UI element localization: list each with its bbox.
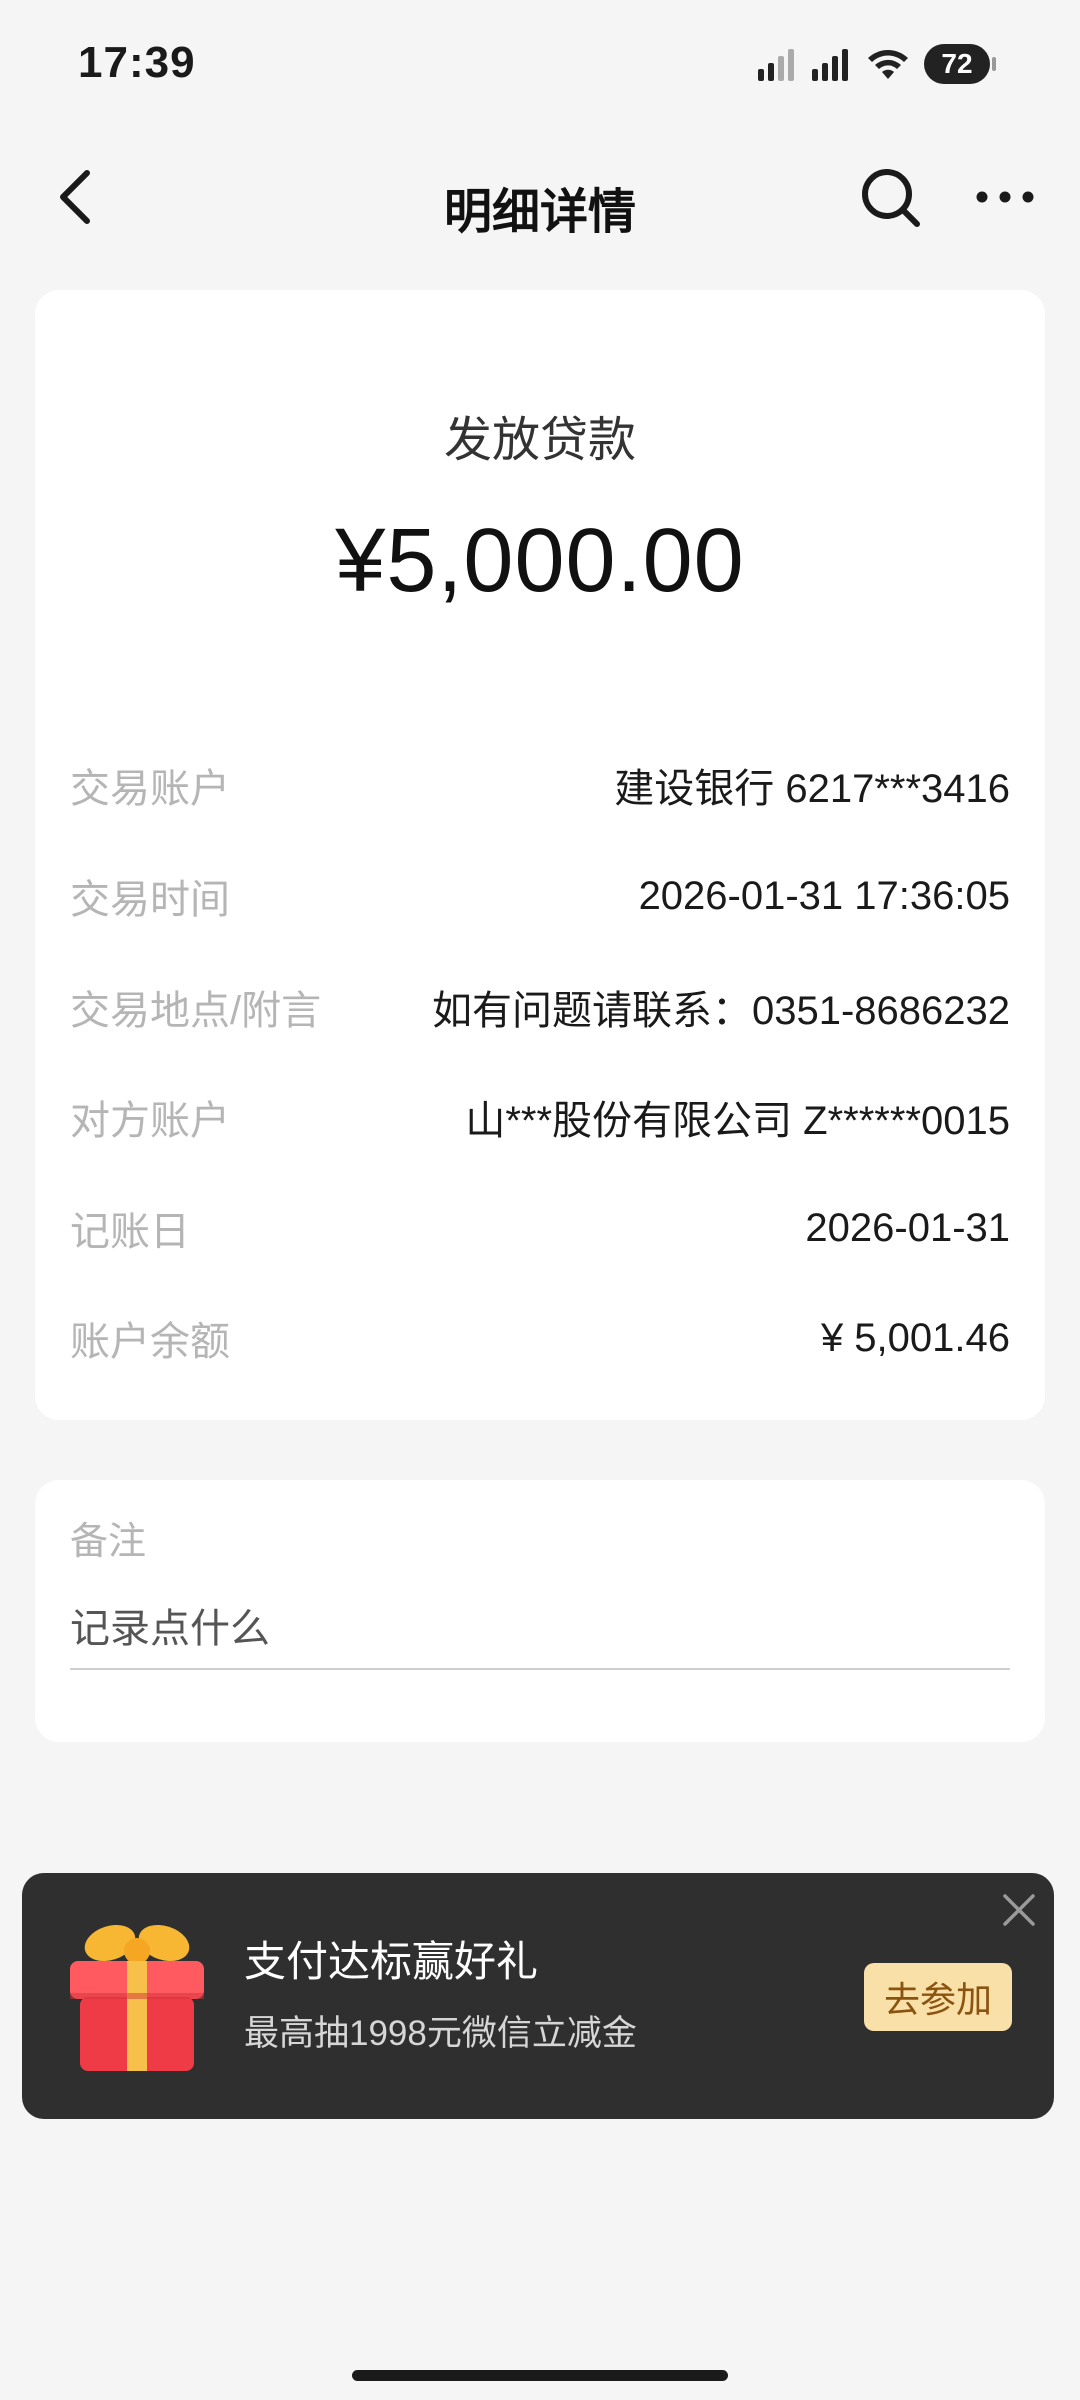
join-button[interactable]: 去参加 <box>864 1963 1012 2031</box>
detail-value: 山***股份有限公司 Z******0015 <box>465 1099 1010 1143</box>
close-icon <box>1003 1894 1035 1926</box>
detail-row-time: 交易时间 2026-01-31 17:36:05 <box>70 866 1010 926</box>
promo-banner[interactable]: 支付达标赢好礼 最高抽1998元微信立减金 去参加 <box>22 1873 1054 2119</box>
home-indicator[interactable] <box>352 2370 728 2381</box>
detail-label: 记账日 <box>70 1210 190 1254</box>
detail-value: ¥ 5,001.46 <box>820 1315 1010 1360</box>
detail-row-counterparty: 对方账户 山***股份有限公司 Z******0015 <box>70 1087 1010 1147</box>
gift-icon <box>70 1924 204 2071</box>
wifi-icon <box>868 50 908 79</box>
more-icon <box>976 191 1034 203</box>
cellular-signal-icon <box>758 49 794 81</box>
detail-row-location: 交易地点/附言 如有问题请联系：0351-8686232 <box>70 977 1010 1037</box>
detail-value: 2026-01-31 17:36:05 <box>638 873 1010 918</box>
promo-subtitle: 最高抽1998元微信立减金 <box>244 2014 637 2053</box>
status-icons: 72 <box>758 44 996 84</box>
detail-value: 如有问题请联系：0351-8686232 <box>431 989 1010 1033</box>
battery-level: 72 <box>941 48 973 79</box>
status-bar: 17:39 72 <box>0 0 1080 130</box>
nav-bar: 明细详情 <box>0 150 1080 250</box>
more-button[interactable] <box>970 162 1040 232</box>
detail-label: 账户余额 <box>70 1320 230 1364</box>
detail-value: 2026-01-31 <box>805 1205 1010 1250</box>
detail-label: 交易账户 <box>70 767 230 811</box>
remark-input[interactable] <box>70 1590 1010 1670</box>
search-icon <box>862 169 920 227</box>
search-button[interactable] <box>855 162 927 234</box>
transaction-amount: ¥5,000.00 <box>335 511 745 611</box>
battery-indicator: 72 <box>924 44 996 84</box>
detail-label: 交易地点/附言 <box>70 989 322 1033</box>
close-button[interactable] <box>994 1885 1044 1935</box>
detail-label: 对方账户 <box>70 1099 230 1143</box>
cellular-signal-icon-2 <box>812 49 848 81</box>
transaction-type: 发放贷款 <box>443 414 636 467</box>
detail-label: 交易时间 <box>70 878 230 922</box>
promo-title: 支付达标赢好礼 <box>244 1938 539 1985</box>
detail-row-balance: 账户余额 ¥ 5,001.46 <box>70 1308 1010 1368</box>
detail-value: 建设银行 6217***3416 <box>614 767 1010 811</box>
remark-card: 备注 <box>35 1480 1045 1742</box>
detail-row-account: 交易账户 建设银行 6217***3416 <box>70 755 1010 815</box>
transaction-card: 发放贷款 ¥5,000.00 交易账户 建设银行 6217***3416 交易时… <box>35 290 1045 1420</box>
detail-row-posting-date: 记账日 2026-01-31 <box>70 1198 1010 1258</box>
remark-label: 备注 <box>70 1521 147 1563</box>
status-time: 17:39 <box>78 38 196 87</box>
